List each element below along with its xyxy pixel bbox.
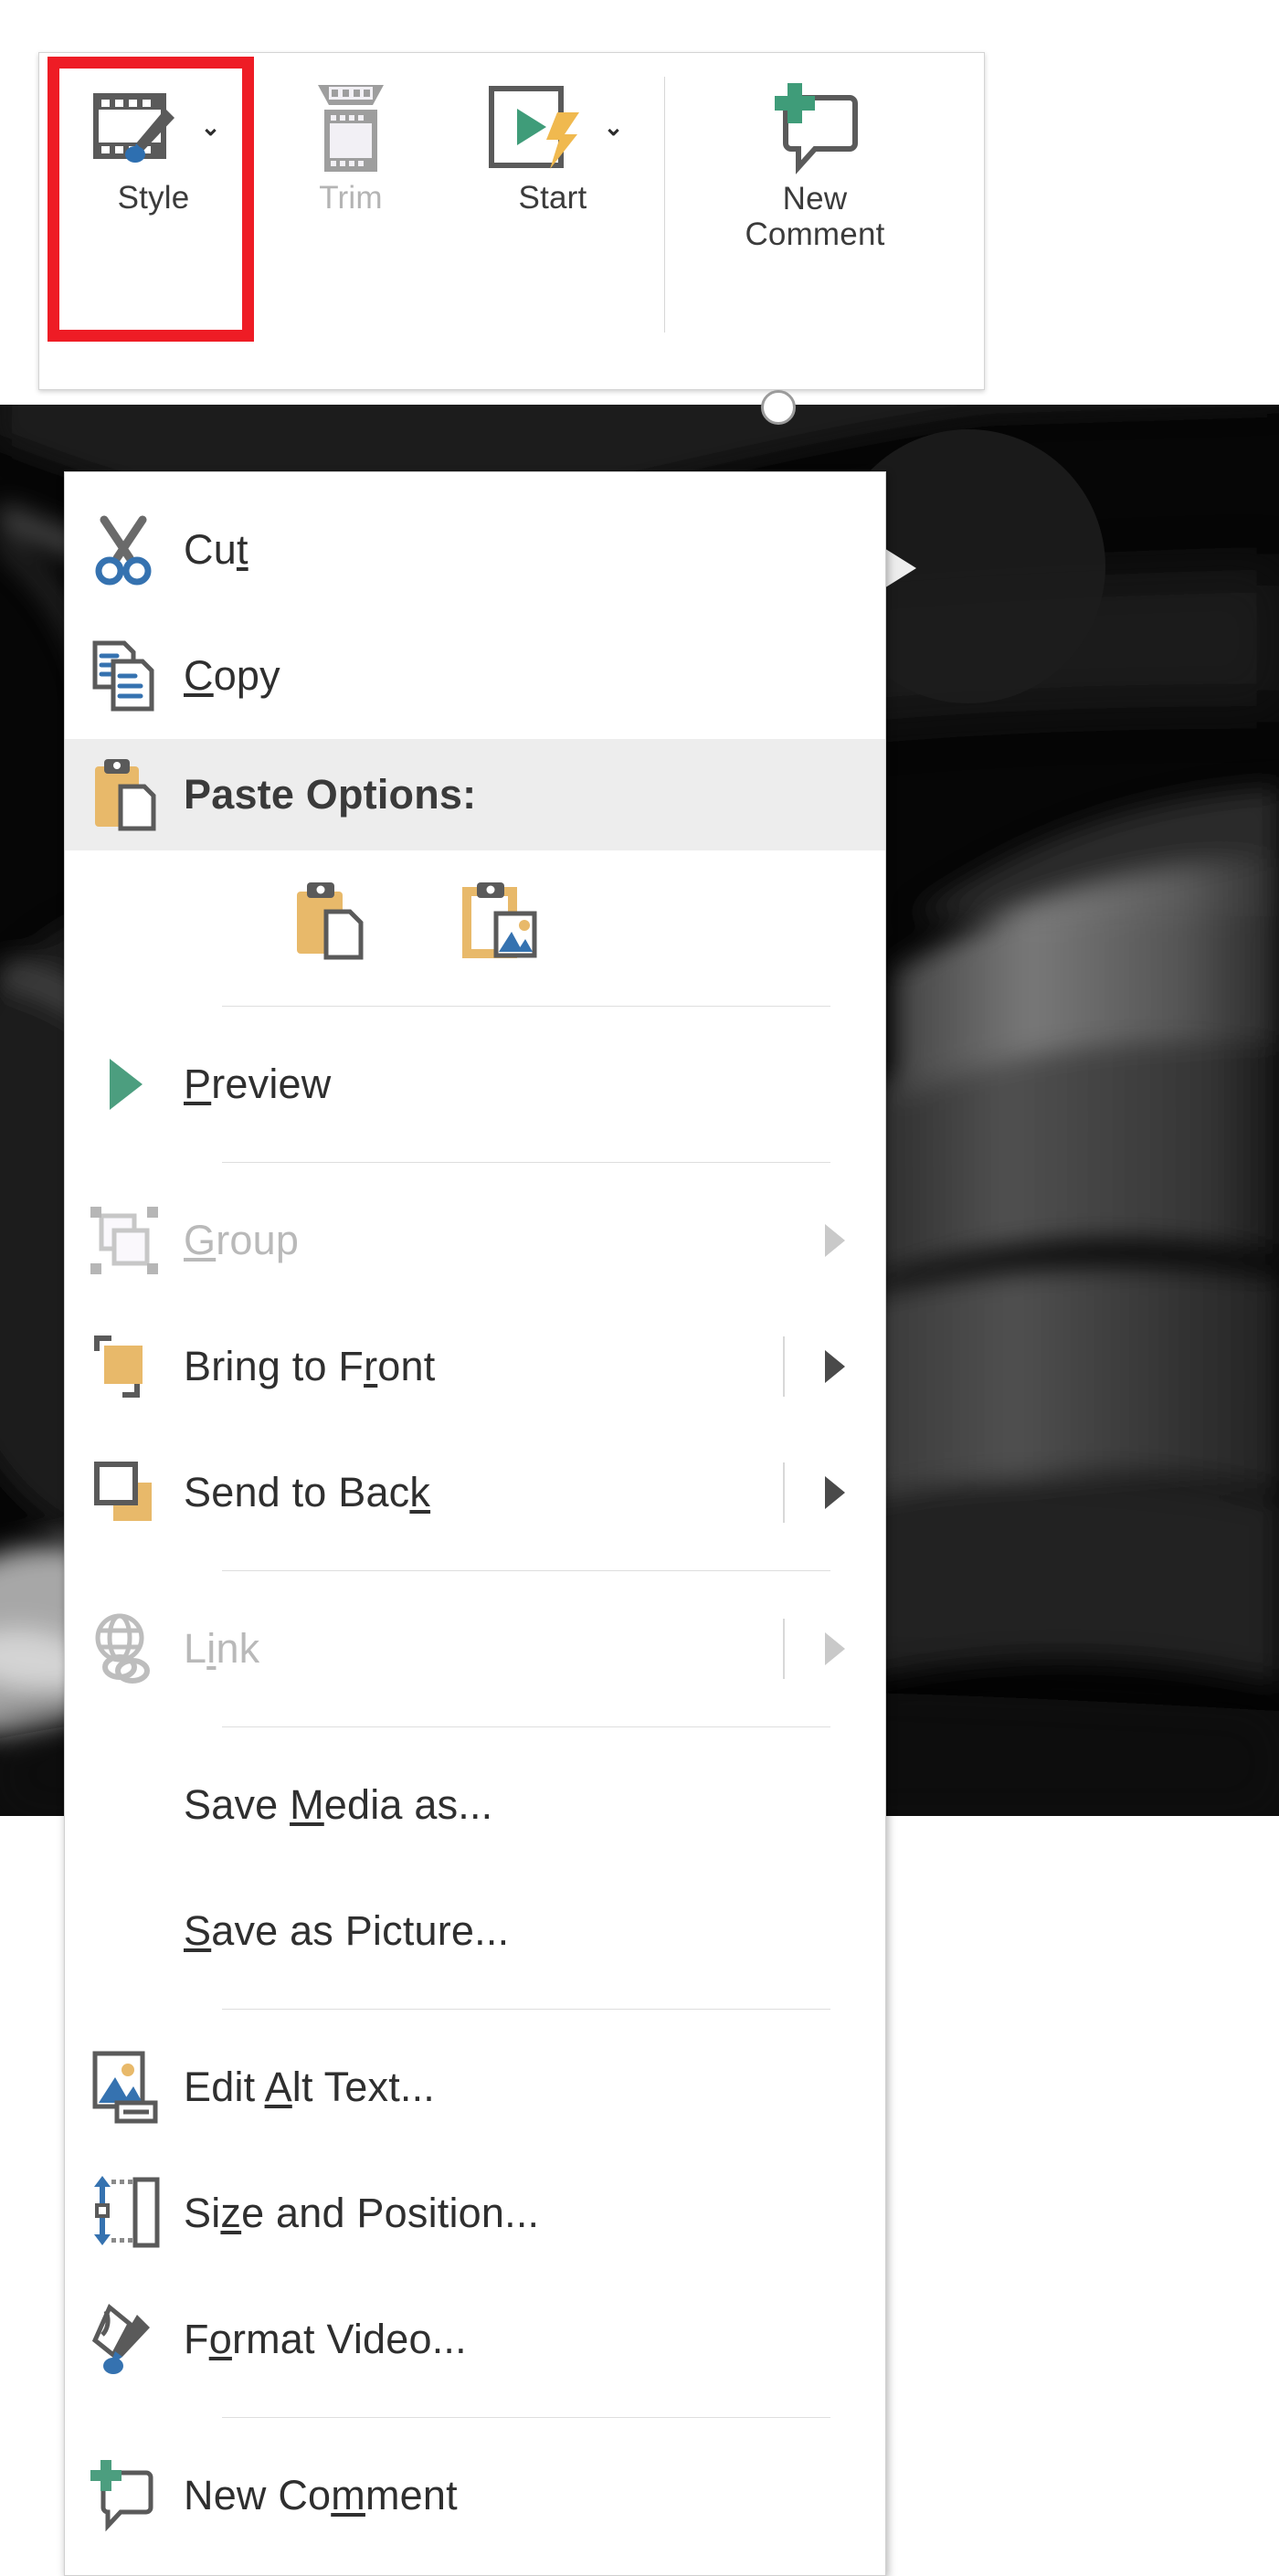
ribbon-button-style-label: Style <box>117 180 190 216</box>
context-menu-item-link-label: Link <box>184 1625 260 1672</box>
trim-video-icon <box>318 85 384 172</box>
ribbon-button-new-comment-label: New Comment <box>745 181 884 252</box>
bring-to-front-icon <box>65 1331 184 1402</box>
ribbon-button-style[interactable]: ⌄ Style <box>52 64 255 331</box>
submenu-divider <box>783 1462 785 1523</box>
video-style-icon <box>92 93 174 163</box>
context-menu-item-bring-to-front-label: Bring to Front <box>184 1343 436 1389</box>
ribbon-button-new-comment-label-line1: New <box>782 181 848 216</box>
chevron-right-icon[interactable] <box>825 1476 845 1509</box>
context-menu-item-preview[interactable]: Preview <box>65 1021 885 1147</box>
submenu-arrow-wrap <box>783 1586 845 1712</box>
format-video-paint-icon <box>65 2300 184 2379</box>
context-menu-item-edit-alt-text-label: Edit Alt Text... <box>184 2064 436 2110</box>
context-menu-separator <box>222 2009 830 2010</box>
context-menu-item-size-and-position-label: Size and Position... <box>184 2190 540 2236</box>
context-menu-item-new-comment-label: New Comment <box>184 2472 458 2518</box>
clipboard-picture-icon <box>462 882 537 958</box>
context-menu-item-format-video-label: Format Video... <box>184 2316 467 2362</box>
context-menu-item-format-video[interactable]: Format Video... <box>65 2276 885 2402</box>
chevron-right-icon[interactable] <box>825 1350 845 1383</box>
context-menu-item-link[interactable]: Link <box>65 1586 885 1712</box>
ribbon-button-start-label: Start <box>518 180 587 216</box>
context-menu-item-save-as-picture-label: Save as Picture... <box>184 1907 510 1954</box>
group-shapes-icon <box>65 1203 184 1278</box>
video-context-menu: Cut Copy Paste Options: Preview Group Br… <box>64 471 886 2576</box>
context-menu-separator <box>222 1570 830 1571</box>
submenu-divider <box>783 1336 785 1397</box>
context-menu-separator <box>222 2417 830 2418</box>
chevron-right-icon <box>825 1224 845 1257</box>
context-menu-item-send-to-back-label: Send to Back <box>184 1469 431 1515</box>
paste-options-row <box>65 850 885 991</box>
context-menu-item-cut[interactable]: Cut <box>65 487 885 613</box>
new-comment-icon <box>775 83 858 174</box>
new-comment-icon-row <box>760 73 870 181</box>
context-menu-header-paste-options-label: Paste Options: <box>184 771 477 818</box>
submenu-arrow-wrap <box>825 1177 845 1304</box>
context-menu-item-size-and-position[interactable]: Size and Position... <box>65 2150 885 2276</box>
context-menu-item-new-comment[interactable]: New Comment <box>65 2433 885 2559</box>
clipboard-document-icon <box>297 882 364 960</box>
paste-option-picture[interactable] <box>461 879 540 963</box>
context-menu-separator <box>222 1162 830 1163</box>
context-menu-item-bring-to-front[interactable]: Bring to Front <box>65 1304 885 1430</box>
trim-video-icon-row <box>301 73 400 181</box>
submenu-arrow-wrap <box>783 1304 845 1430</box>
context-menu-item-preview-label: Preview <box>184 1061 332 1107</box>
context-menu-item-send-to-back[interactable]: Send to Back <box>65 1430 885 1556</box>
video-format-ribbon: ⌄ Style Trim ⌄ Start New Comment <box>38 52 985 390</box>
submenu-divider <box>783 1619 785 1679</box>
alt-text-image-icon <box>65 2048 184 2127</box>
context-menu-item-save-media-as[interactable]: Save Media as... <box>65 1742 885 1868</box>
context-menu-item-edit-alt-text[interactable]: Edit Alt Text... <box>65 2024 885 2150</box>
link-globe-icon <box>65 1610 184 1687</box>
video-start-icon <box>488 86 579 169</box>
ribbon-button-new-comment[interactable]: New Comment <box>671 64 959 331</box>
context-menu-item-group[interactable]: Group <box>65 1177 885 1304</box>
ribbon-button-new-comment-label-line2: Comment <box>745 216 885 253</box>
ribbon-group-divider <box>664 77 665 333</box>
clipboard-paste-icon <box>65 755 184 834</box>
context-menu-item-cut-label: Cut <box>184 526 248 573</box>
video-start-icon-row: ⌄ <box>482 73 624 181</box>
play-triangle-icon <box>65 1051 184 1117</box>
send-to-back-icon <box>65 1457 184 1528</box>
submenu-arrow-wrap <box>783 1430 845 1556</box>
ribbon-button-start[interactable]: ⌄ Start <box>447 64 659 331</box>
paste-option-keep-source-formatting[interactable] <box>291 879 370 963</box>
ribbon-button-trim-label: Trim <box>319 180 383 216</box>
chevron-down-icon[interactable]: ⌄ <box>604 115 624 139</box>
size-position-icon <box>65 2174 184 2253</box>
scissors-icon <box>65 514 184 586</box>
context-menu-separator <box>222 1006 830 1007</box>
ribbon-button-trim[interactable]: Trim <box>255 64 447 331</box>
context-menu-header-paste-options: Paste Options: <box>65 739 885 850</box>
context-menu-item-save-media-as-label: Save Media as... <box>184 1781 493 1828</box>
context-menu-item-save-as-picture[interactable]: Save as Picture... <box>65 1868 885 1994</box>
video-style-icon-row: ⌄ <box>87 73 221 181</box>
chevron-right-icon <box>825 1632 845 1665</box>
copy-documents-icon <box>65 638 184 714</box>
chevron-down-icon[interactable]: ⌄ <box>201 115 221 139</box>
context-menu-item-copy-label: Copy <box>184 652 280 699</box>
rotation-handle[interactable] <box>761 390 796 425</box>
context-menu-item-copy[interactable]: Copy <box>65 613 885 739</box>
context-menu-separator <box>222 1726 830 1727</box>
new-comment-bubble-icon <box>65 2458 184 2533</box>
context-menu-item-group-label: Group <box>184 1217 300 1263</box>
